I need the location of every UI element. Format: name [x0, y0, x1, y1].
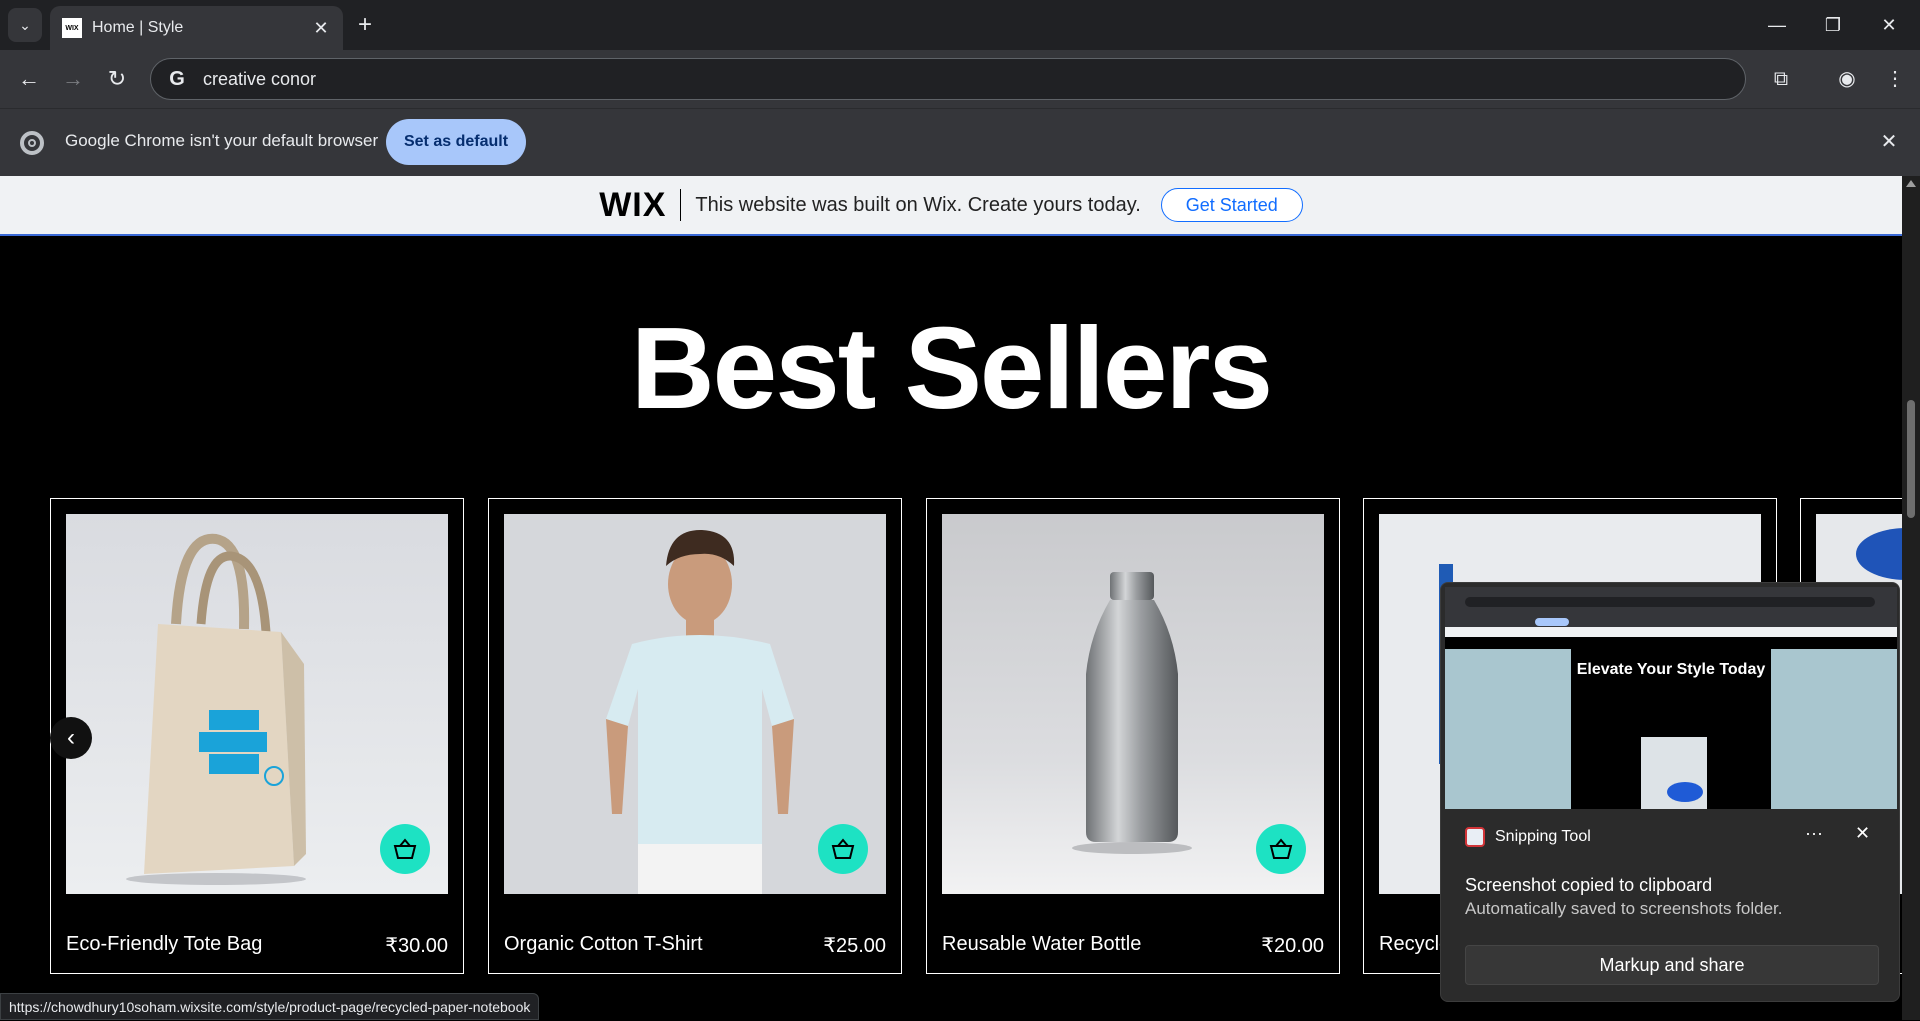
- product-card[interactable]: Organic Cotton T-Shirt ₹25.00: [488, 498, 902, 974]
- address-bar[interactable]: G creative conor: [150, 58, 1746, 100]
- get-started-button[interactable]: Get Started: [1160, 188, 1303, 222]
- browser-toolbar: ← → ↻ G creative conor ⧉ ◉ ⋮: [0, 50, 1920, 108]
- product-price: ₹30.00: [385, 935, 448, 957]
- product-card[interactable]: Eco-Friendly Tote Bag ₹30.00: [50, 498, 464, 974]
- wix-favicon-icon: WIX: [62, 18, 82, 38]
- product-name[interactable]: Organic Cotton T-Shirt: [504, 933, 703, 956]
- infobar-close-icon[interactable]: ✕: [1874, 127, 1904, 157]
- wix-separator: [680, 189, 682, 221]
- screenshot-preview[interactable]: Elevate Your Style Today: [1445, 587, 1897, 809]
- tab-strip: ⌄ WIX Home | Style ✕ + — ❐ ✕: [0, 0, 1920, 50]
- product-image-water-bottle[interactable]: [942, 514, 1324, 894]
- toast-close-icon[interactable]: ✕: [1855, 823, 1870, 844]
- wix-banner-text: This website was built on Wix. Create yo…: [695, 193, 1141, 216]
- infobar-text: Google Chrome isn't your default browser: [65, 131, 379, 150]
- product-price: ₹20.00: [1261, 935, 1324, 957]
- toast-subtitle: Automatically saved to screenshots folde…: [1465, 899, 1783, 918]
- google-g-icon: G: [169, 67, 185, 90]
- window-close-icon[interactable]: ✕: [1866, 10, 1912, 40]
- markup-and-share-button[interactable]: Markup and share: [1465, 945, 1879, 985]
- chrome-icon: [20, 131, 44, 155]
- basket-icon: [393, 838, 417, 859]
- product-name[interactable]: Reusable Water Bottle: [942, 933, 1141, 956]
- forward-icon[interactable]: →: [58, 64, 88, 94]
- menu-kebab-icon[interactable]: ⋮: [1880, 64, 1910, 94]
- product-card[interactable]: Reusable Water Bottle ₹20.00: [926, 498, 1340, 974]
- basket-icon: [1269, 838, 1293, 859]
- toast-title: Screenshot copied to clipboard: [1465, 875, 1713, 895]
- add-to-cart-button[interactable]: [380, 824, 430, 874]
- app-name: Snipping Tool: [1495, 828, 1591, 845]
- back-icon[interactable]: ←: [14, 64, 44, 94]
- carousel-prev-button[interactable]: ‹: [50, 717, 92, 759]
- profile-icon[interactable]: ◉: [1832, 64, 1862, 94]
- product-image-t-shirt[interactable]: [504, 514, 886, 894]
- tab-home-style[interactable]: WIX Home | Style ✕: [50, 6, 343, 50]
- tab-search-button[interactable]: ⌄: [8, 8, 42, 42]
- snipping-tool-notification[interactable]: Elevate Your Style Today Snipping Tool ·…: [1440, 582, 1900, 1002]
- product-image-tote-bag[interactable]: [66, 514, 448, 894]
- tab-close-icon[interactable]: ✕: [311, 18, 331, 39]
- snipping-tool-icon: [1465, 827, 1485, 847]
- section-heading: Best Sellers: [630, 303, 1273, 433]
- more-options-icon[interactable]: ···: [1805, 823, 1823, 844]
- preview-heading: Elevate Your Style Today: [1576, 661, 1766, 678]
- extensions-icon[interactable]: ⧉: [1766, 64, 1796, 94]
- scroll-up-arrow-icon[interactable]: [1906, 180, 1916, 187]
- address-text[interactable]: creative conor: [203, 69, 316, 90]
- set-as-default-button[interactable]: Set as default: [386, 119, 526, 165]
- product-price: ₹25.00: [823, 935, 886, 957]
- wix-banner: WIX This website was built on Wix. Creat…: [0, 176, 1902, 236]
- reload-icon[interactable]: ↻: [102, 64, 132, 94]
- new-tab-button[interactable]: +: [352, 12, 378, 38]
- page-scrollbar[interactable]: [1902, 176, 1920, 1020]
- toast-header: Snipping Tool ··· ✕: [1441, 809, 1899, 869]
- add-to-cart-button[interactable]: [1256, 824, 1306, 874]
- tab-title: Home | Style: [92, 19, 184, 36]
- basket-icon: [831, 838, 855, 859]
- default-browser-infobar: Google Chrome isn't your default browser…: [0, 108, 1920, 176]
- minimize-icon[interactable]: —: [1754, 10, 1800, 40]
- add-to-cart-button[interactable]: [818, 824, 868, 874]
- wix-logo: WIX: [599, 185, 667, 224]
- scroll-thumb[interactable]: [1907, 400, 1915, 518]
- status-bar-url: https://chowdhury10soham.wixsite.com/sty…: [0, 993, 540, 1020]
- restore-icon[interactable]: ❐: [1810, 10, 1856, 40]
- product-name[interactable]: Eco-Friendly Tote Bag: [66, 933, 262, 956]
